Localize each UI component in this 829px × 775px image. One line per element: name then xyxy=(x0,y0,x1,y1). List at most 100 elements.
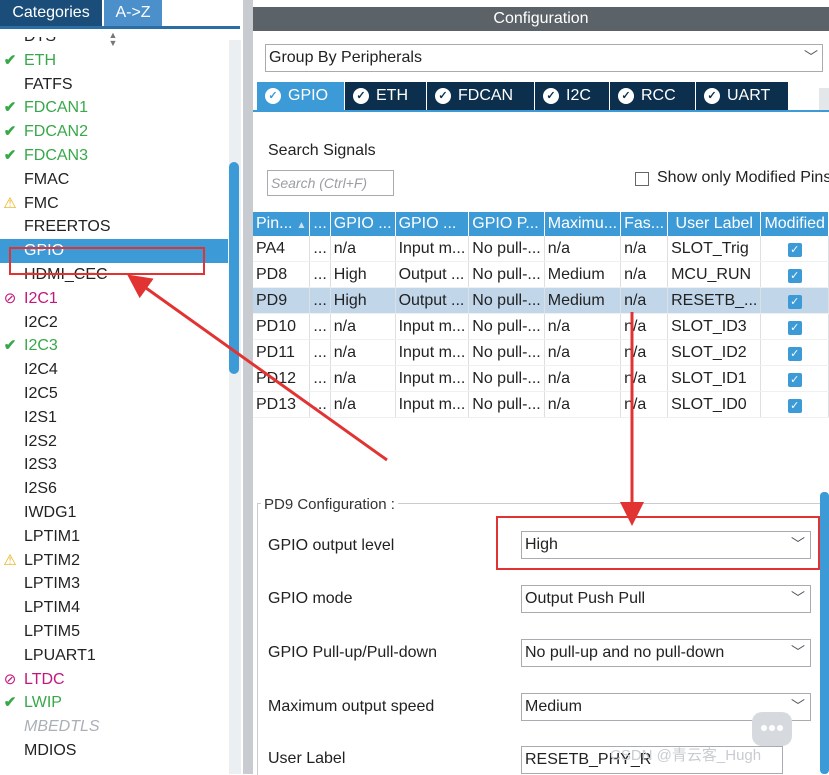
category-label: LPTIM1 xyxy=(24,527,81,545)
pull-select[interactable]: No pull-up and no pull-down ﹀ xyxy=(521,639,811,667)
tab-fdcan[interactable]: ✓ FDCAN xyxy=(427,82,535,110)
tab-uart[interactable]: ✓ UART xyxy=(696,82,789,110)
cell-user-label: SLOT_ID0 xyxy=(667,391,762,418)
category-item-i2c1[interactable]: ⊘ I2C1 xyxy=(0,287,228,311)
tab-label: FDCAN xyxy=(458,87,514,104)
tab-i2c[interactable]: ✓ I2C xyxy=(535,82,610,110)
cell-fast-mode: n/a xyxy=(620,287,669,314)
tab-categories[interactable]: Categories xyxy=(0,0,102,26)
right-scrollbar-thumb[interactable] xyxy=(820,492,829,774)
table-row[interactable]: PD13... n/a Input m... No pull-... n/a n/a SLO… xyxy=(253,391,829,418)
category-item-iwdg1[interactable]: IWDG1 xyxy=(0,501,228,525)
table-row[interactable]: PA4... n/a Input m... No pull-... n/a n/a SLOT… xyxy=(253,236,829,262)
cell-signal: ... xyxy=(309,261,331,288)
category-item-i2s2[interactable]: I2S2 xyxy=(0,430,228,454)
category-item-i2s1[interactable]: I2S1 xyxy=(0,406,228,430)
category-item-lptim3[interactable]: LPTIM3 xyxy=(0,572,228,596)
category-label: I2S2 xyxy=(24,432,57,450)
category-item-lptim2[interactable]: ⚠ LPTIM2 xyxy=(0,549,228,573)
tab-a-to-z[interactable]: A->Z xyxy=(104,0,162,26)
category-item-lpuart1[interactable]: LPUART1 xyxy=(0,644,228,668)
cell-max-speed: Medium xyxy=(544,261,622,288)
category-item-fmc[interactable]: ⚠ FMC xyxy=(0,192,228,216)
cell-pin: PD11 xyxy=(253,339,311,366)
chevron-down-icon: ﹀ xyxy=(804,49,818,65)
modified-checkbox[interactable]: ✓ xyxy=(787,268,802,283)
category-item-fatfs[interactable]: FATFS xyxy=(0,73,228,97)
cell-pin: PD10 xyxy=(253,313,311,340)
col-header-pin[interactable]: Pin... ▲ xyxy=(253,212,311,236)
categories-panel: Categories A->Z ▲▼ DTS✔ETHFATFS✔FDCAN1✔F… xyxy=(0,0,243,774)
show-modified-checkbox[interactable] xyxy=(635,172,649,186)
modified-checkbox[interactable]: ✓ xyxy=(787,242,802,257)
col-header-user-label[interactable]: User Label xyxy=(667,212,762,236)
category-item-fdcan3[interactable]: ✔ FDCAN3 xyxy=(0,144,228,168)
col-header-gpio-mode[interactable]: GPIO ... xyxy=(395,212,470,236)
category-item-mdios[interactable]: MDIOS xyxy=(0,739,228,763)
cell-pin: PA4 xyxy=(253,236,311,262)
panel-splitter[interactable] xyxy=(243,0,253,774)
category-label: I2C4 xyxy=(24,361,58,379)
modified-checkbox[interactable]: ✓ xyxy=(787,294,802,309)
col-header-gpio-level[interactable]: GPIO ... xyxy=(330,212,396,236)
col-header-signal[interactable]: ... xyxy=(309,212,331,236)
cell-modified: ✓ xyxy=(760,313,829,340)
table-row[interactable]: PD11... n/a Input m... No pull-... n/a n/a SLO… xyxy=(253,339,829,366)
modified-checkbox[interactable]: ✓ xyxy=(787,346,802,361)
check-icon: ✔ xyxy=(3,694,17,712)
left-tab-bar: Categories A->Z xyxy=(0,0,243,26)
category-item-lptim5[interactable]: LPTIM5 xyxy=(0,620,228,644)
table-row[interactable]: PD10... n/a Input m... No pull-... n/a n/a SLO… xyxy=(253,313,829,340)
table-row[interactable]: PD12... n/a Input m... No pull-... n/a n/a SLO… xyxy=(253,365,829,392)
category-label: FREERTOS xyxy=(24,218,111,236)
tab-eth[interactable]: ✓ ETH xyxy=(345,82,427,110)
cell-signal: ... xyxy=(309,391,331,418)
tab-rcc[interactable]: ✓ RCC xyxy=(610,82,696,110)
category-item-fdcan2[interactable]: ✔ FDCAN2 xyxy=(0,120,228,144)
tab-scroll-area[interactable] xyxy=(819,88,829,110)
search-input[interactable] xyxy=(267,170,394,196)
gpio-mode-select[interactable]: Output Push Pull ﹀ xyxy=(521,585,811,613)
table-row[interactable]: PD9... High Output ... No pull-... Medium n/a… xyxy=(253,287,829,314)
col-header-gpio-pull[interactable]: GPIO P... xyxy=(468,212,545,236)
category-item-i2c3[interactable]: ✔ I2C3 xyxy=(0,334,228,358)
category-list: DTS ✔ ETH FATFS ✔ FDCAN1 ✔ FDCAN2 ✔ FDCAN3 FMAC ⚠ FM… xyxy=(0,37,228,774)
category-item-i2c2[interactable]: I2C2 xyxy=(0,311,228,335)
cell-modified: ✓ xyxy=(760,391,829,418)
watermark: CSDN @青云客_Hugh xyxy=(610,747,762,764)
category-item-fmac[interactable]: FMAC xyxy=(0,168,228,192)
category-item-fdcan1[interactable]: ✔ FDCAN1 xyxy=(0,96,228,120)
table-row[interactable]: PD8... High Output ... No pull-... Medium n/a… xyxy=(253,261,829,288)
category-item-mbedtls[interactable]: MBEDTLS xyxy=(0,715,228,739)
category-item-dts[interactable]: DTS xyxy=(0,37,228,49)
tab-gpio[interactable]: ✓ GPIO xyxy=(257,82,345,110)
category-item-ltdc[interactable]: ⊘ LTDC xyxy=(0,668,228,692)
cell-fast-mode: n/a xyxy=(620,365,669,392)
category-label: I2S6 xyxy=(24,480,57,498)
category-item-lptim1[interactable]: LPTIM1 xyxy=(0,525,228,549)
cell-user-label: MCU_RUN xyxy=(667,261,762,288)
col-header-fast-mode[interactable]: Fas... xyxy=(620,212,669,236)
category-item-i2c5[interactable]: I2C5 xyxy=(0,382,228,406)
category-item-i2s3[interactable]: I2S3 xyxy=(0,453,228,477)
col-header-modified[interactable]: Modified xyxy=(760,212,829,236)
category-item-eth[interactable]: ✔ ETH xyxy=(0,49,228,73)
category-item-freertos[interactable]: FREERTOS xyxy=(0,215,228,239)
modified-checkbox[interactable]: ✓ xyxy=(787,398,802,413)
modified-checkbox[interactable]: ✓ xyxy=(787,372,802,387)
modified-checkbox[interactable]: ✓ xyxy=(787,320,802,335)
group-by-select[interactable]: Group By Peripherals ﹀ xyxy=(265,44,823,72)
category-item-lwip[interactable]: ✔ LWIP xyxy=(0,691,228,715)
category-label: I2C1 xyxy=(24,289,58,307)
cell-user-label: SLOT_Trig xyxy=(667,236,762,262)
blocked-icon: ⊘ xyxy=(3,289,17,307)
category-item-i2s6[interactable]: I2S6 xyxy=(0,477,228,501)
cell-gpio-pull: No pull-... xyxy=(468,236,545,262)
category-item-i2c4[interactable]: I2C4 xyxy=(0,358,228,382)
category-label: LWIP xyxy=(24,694,62,712)
col-header-max-speed[interactable]: Maximu... xyxy=(544,212,622,236)
left-scrollbar-track[interactable] xyxy=(229,40,241,774)
left-scrollbar-thumb[interactable] xyxy=(229,162,239,374)
category-item-lptim4[interactable]: LPTIM4 xyxy=(0,596,228,620)
cell-gpio-pull: No pull-... xyxy=(468,391,545,418)
